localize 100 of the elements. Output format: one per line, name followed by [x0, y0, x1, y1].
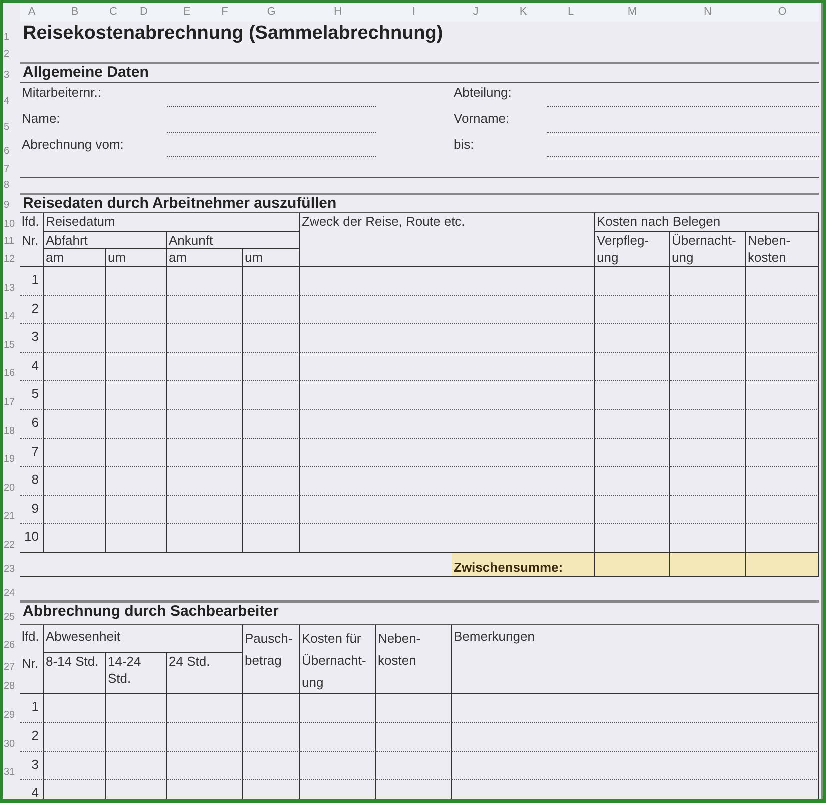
table-cell[interactable] — [243, 467, 300, 496]
column-header[interactable]: H — [300, 3, 376, 22]
table-cell[interactable] — [243, 267, 300, 296]
table-cell[interactable] — [44, 752, 106, 780]
table-cell[interactable] — [452, 752, 819, 780]
table-cell[interactable] — [167, 496, 243, 524]
table-cell[interactable] — [106, 694, 167, 723]
table-cell[interactable] — [595, 324, 670, 353]
table-cell[interactable] — [167, 467, 243, 496]
table-cell[interactable] — [243, 324, 300, 353]
table-cell[interactable] — [595, 438, 670, 468]
row-header[interactable]: 6 — [3, 135, 20, 159]
column-header[interactable]: C — [106, 3, 121, 22]
table-cell[interactable] — [44, 381, 106, 410]
table-cell[interactable] — [106, 496, 167, 524]
table-cell[interactable] — [106, 381, 167, 410]
table-cell[interactable] — [746, 296, 819, 324]
table-cell[interactable] — [300, 267, 595, 296]
row-header[interactable]: 20 — [3, 467, 20, 496]
table-cell[interactable] — [106, 296, 167, 324]
row-header[interactable]: 7 — [3, 159, 20, 177]
table-cell[interactable] — [746, 410, 819, 439]
row-header[interactable]: 17 — [3, 381, 20, 410]
table-cell[interactable] — [376, 752, 452, 780]
table-cell[interactable] — [670, 296, 746, 324]
row-header[interactable]: 5 — [3, 109, 20, 135]
row-header[interactable]: 25 — [3, 600, 20, 625]
table-cell[interactable] — [106, 410, 167, 439]
table-cell[interactable] — [595, 467, 670, 496]
table-cell[interactable] — [300, 752, 376, 780]
table-cell[interactable] — [376, 694, 452, 723]
table-cell[interactable] — [44, 267, 106, 296]
table-cell[interactable] — [300, 381, 595, 410]
table-cell[interactable] — [595, 381, 670, 410]
table-cell[interactable] — [243, 752, 300, 780]
table-cell[interactable] — [44, 352, 106, 382]
table-cell[interactable] — [670, 438, 746, 468]
table-cell[interactable] — [106, 524, 167, 553]
table-cell[interactable] — [243, 524, 300, 553]
table-cell[interactable] — [44, 722, 106, 752]
table-cell[interactable] — [746, 438, 819, 468]
row-header[interactable]: 1 — [3, 22, 20, 45]
table-cell[interactable] — [746, 467, 819, 496]
table-cell[interactable] — [167, 752, 243, 780]
row-header[interactable]: 8 — [3, 177, 20, 193]
column-header[interactable]: L — [547, 3, 595, 22]
column-header[interactable]: G — [243, 3, 300, 22]
column-header[interactable]: N — [670, 3, 746, 22]
column-header[interactable]: D — [121, 3, 167, 22]
table-cell[interactable] — [746, 267, 819, 296]
table-cell[interactable] — [300, 438, 595, 468]
row-header[interactable]: 26 — [3, 624, 20, 653]
subtotal-cell[interactable] — [670, 552, 746, 577]
table-cell[interactable] — [167, 267, 243, 296]
table-cell[interactable] — [243, 296, 300, 324]
table-cell[interactable] — [300, 694, 376, 723]
table-cell[interactable] — [300, 352, 595, 382]
table-cell[interactable] — [376, 722, 452, 752]
table-cell[interactable] — [595, 267, 670, 296]
table-cell[interactable] — [746, 496, 819, 524]
row-header[interactable]: 4 — [3, 83, 20, 109]
table-cell[interactable] — [44, 296, 106, 324]
column-header[interactable]: A — [20, 3, 44, 22]
table-cell[interactable] — [243, 722, 300, 752]
table-cell[interactable] — [106, 438, 167, 468]
row-header[interactable]: 18 — [3, 410, 20, 439]
column-header[interactable]: M — [595, 3, 670, 22]
column-header[interactable]: K — [500, 3, 547, 22]
table-cell[interactable] — [106, 752, 167, 780]
column-header[interactable]: J — [452, 3, 500, 22]
table-cell[interactable] — [243, 381, 300, 410]
table-cell[interactable] — [595, 352, 670, 382]
row-header[interactable]: 22 — [3, 524, 20, 553]
row-header[interactable]: 27 — [3, 652, 20, 675]
row-header[interactable]: 13 — [3, 267, 20, 296]
row-header[interactable]: 30 — [3, 722, 20, 752]
table-cell[interactable] — [670, 496, 746, 524]
row-header[interactable]: 23 — [3, 552, 20, 577]
row-header[interactable]: 29 — [3, 694, 20, 723]
table-cell[interactable] — [243, 352, 300, 382]
table-cell[interactable] — [44, 467, 106, 496]
column-header[interactable]: B — [44, 3, 106, 22]
row-header[interactable]: 16 — [3, 352, 20, 382]
table-cell[interactable] — [243, 438, 300, 468]
table-cell[interactable] — [44, 524, 106, 553]
table-cell[interactable] — [243, 496, 300, 524]
row-header[interactable]: 10 — [3, 213, 20, 232]
table-cell[interactable] — [670, 381, 746, 410]
table-cell[interactable] — [243, 410, 300, 439]
table-cell[interactable] — [106, 324, 167, 353]
table-cell[interactable] — [167, 381, 243, 410]
table-cell[interactable] — [167, 722, 243, 752]
row-header[interactable]: 28 — [3, 674, 20, 694]
table-cell[interactable] — [167, 324, 243, 353]
table-cell[interactable] — [300, 324, 595, 353]
table-cell[interactable] — [106, 722, 167, 752]
table-cell[interactable] — [670, 352, 746, 382]
table-cell[interactable] — [670, 324, 746, 353]
table-cell[interactable] — [670, 410, 746, 439]
row-header[interactable]: 19 — [3, 438, 20, 468]
